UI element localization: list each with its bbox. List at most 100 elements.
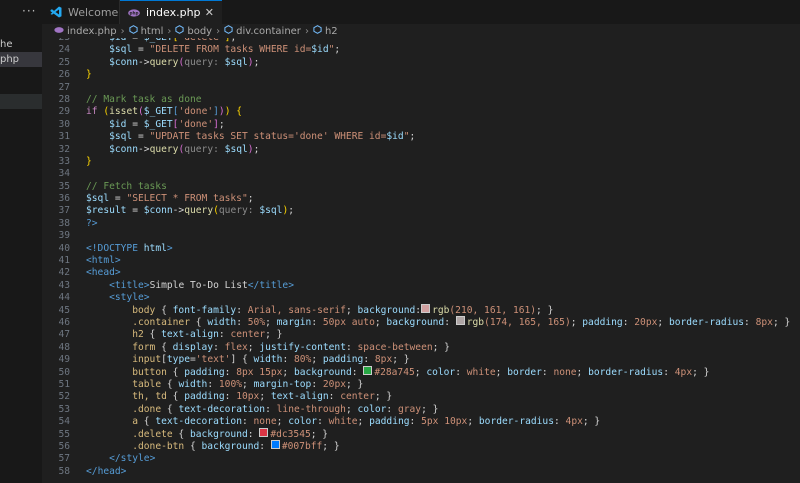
code-token: 4px xyxy=(674,366,693,378)
breadcrumb-item-body[interactable]: body xyxy=(175,25,212,37)
line-code: <head> xyxy=(86,267,121,279)
chevron-right-icon: › xyxy=(304,25,309,37)
code-line[interactable]: 43 <title>Simple To-Do List</title> xyxy=(42,280,800,292)
code-token: : xyxy=(622,316,635,328)
code-line[interactable]: 26} xyxy=(42,69,800,81)
code-line[interactable]: 58 </head> xyxy=(42,466,800,478)
code-line[interactable]: 55 .delete { background: #dc3545; } xyxy=(42,428,800,441)
code-token: $sql xyxy=(109,44,133,56)
code-token: > xyxy=(143,292,150,304)
code-line[interactable]: 38 ?> xyxy=(42,218,800,230)
code-line[interactable]: 24 $sql = "DELETE FROM tasks WHERE id=$i… xyxy=(42,44,800,56)
line-code: <html> xyxy=(86,255,121,267)
code-token: $id xyxy=(109,118,127,130)
code-line[interactable]: 49 input[type='text'] { width: 80%; padd… xyxy=(42,354,800,366)
php-file-icon: php xyxy=(128,7,140,19)
code-line[interactable]: 48 form { display: flex; justify-content… xyxy=(42,342,800,354)
code-token: ; xyxy=(334,44,341,56)
code-editor[interactable]: 23 $id = $_GET['delete'];24 $sql = "DELE… xyxy=(42,38,800,483)
close-icon[interactable]: ✕ xyxy=(205,6,214,19)
code-line[interactable]: 56 .done-btn { background: #007bff; } xyxy=(42,440,800,453)
code-line[interactable]: 37 $result = $conn->query(query: $sql); xyxy=(42,205,800,217)
code-line[interactable]: 25 $conn->query(query: $sql); xyxy=(42,57,800,69)
code-line[interactable]: 47 h2 { text-align: center; } xyxy=(42,329,800,341)
line-number: 50 xyxy=(58,366,70,378)
code-line[interactable]: 42 <head> xyxy=(42,267,800,279)
color-swatch-icon[interactable] xyxy=(455,316,465,326)
color-swatch-icon[interactable] xyxy=(421,304,431,314)
line-number: 34 xyxy=(58,168,70,180)
code-token: width xyxy=(207,316,237,328)
code-token: text-align xyxy=(161,329,219,341)
code-line[interactable]: 35 // Fetch tasks xyxy=(42,181,800,193)
line-code: table { width: 100%; margin-top: 20px; } xyxy=(86,379,363,391)
code-token: { xyxy=(155,341,173,353)
code-token: border-radius xyxy=(668,316,745,328)
line-code: $sql = "DELETE FROM tasks WHERE id=$id"; xyxy=(86,44,340,56)
code-line[interactable]: 41 <html> xyxy=(42,255,800,267)
code-line[interactable]: 51 table { width: 100%; margin-top: 20px… xyxy=(42,379,800,391)
code-line[interactable]: 57 </style> xyxy=(42,453,800,465)
code-line[interactable]: 53 .done { text-decoration: line-through… xyxy=(42,404,800,416)
line-number: 39 xyxy=(58,230,70,242)
code-line[interactable]: 28 // Mark task as done xyxy=(42,94,800,106)
code-token: .done-btn xyxy=(132,440,185,452)
line-number: 27 xyxy=(58,81,70,93)
code-token: 4px xyxy=(565,416,583,428)
line-number: 35 xyxy=(58,180,70,192)
code-token: : xyxy=(663,366,675,378)
code-line[interactable]: 33} xyxy=(42,156,800,168)
code-line[interactable]: 39 xyxy=(42,230,800,242)
code-line[interactable]: 46 .container { width: 50%; margin: 50px… xyxy=(42,316,800,329)
line-number: 45 xyxy=(58,304,70,316)
code-line[interactable]: 27 xyxy=(42,82,800,94)
breadcrumb-item-file[interactable]: index.php xyxy=(54,26,117,37)
code-token: $id xyxy=(386,131,404,143)
code-line[interactable]: 54 a { text-decoration: none; color: whi… xyxy=(42,416,800,428)
code-token: ; xyxy=(230,38,236,43)
explorer-item-hover[interactable] xyxy=(0,94,42,109)
breadcrumb-item-div-container[interactable]: div.container xyxy=(224,25,301,37)
code-token: { xyxy=(166,391,185,403)
code-token: line-through xyxy=(276,403,346,415)
code-token: ; } xyxy=(322,440,340,452)
line-number: 32 xyxy=(58,143,70,155)
code-line[interactable]: 50 button { padding: 8px 15px; backgroun… xyxy=(42,366,800,379)
code-line[interactable]: 30 $id = $_GET['done']; xyxy=(42,119,800,131)
code-token: style xyxy=(114,292,144,304)
code-token: ; xyxy=(218,118,225,130)
color-swatch-icon[interactable] xyxy=(259,428,269,437)
code-line[interactable]: 29 if (isset($_GET['done'])) { xyxy=(42,106,800,118)
code-token: padding xyxy=(184,391,225,403)
code-line[interactable]: 32 $conn->query(query: $sql); xyxy=(42,144,800,156)
breadcrumb-item-h2[interactable]: h2 xyxy=(313,25,338,37)
code-line[interactable]: 34 xyxy=(42,168,800,180)
line-code: .delete { background: #dc3545; } xyxy=(86,428,328,441)
code-line[interactable]: 36 $sql = "SELECT * FROM tasks"; xyxy=(42,193,800,205)
code-token: Arial, sans-serif xyxy=(247,304,346,316)
code-token: { xyxy=(172,428,190,440)
code-line[interactable]: 45 body { font-family: Arial, sans-serif… xyxy=(42,304,800,317)
code-line[interactable]: 52 th, td { padding: 10px; text-align: c… xyxy=(42,391,800,403)
code-token: $sql xyxy=(86,193,110,205)
breadcrumb-item-html[interactable]: html xyxy=(128,25,163,37)
code-token: : xyxy=(224,391,237,403)
code-token: : xyxy=(218,329,231,341)
explorer-item[interactable]: he xyxy=(0,37,42,52)
tab-index-php[interactable]: php index.php ✕ xyxy=(120,0,222,24)
tab-welcome[interactable]: Welcome xyxy=(42,0,120,24)
code-token: : xyxy=(311,378,323,390)
explorer-item-selected[interactable]: php xyxy=(0,52,42,67)
color-swatch-icon[interactable] xyxy=(270,440,280,450)
code-line[interactable]: 31 $sql = "UPDATE tasks SET status='done… xyxy=(42,131,800,143)
code-token: { xyxy=(161,403,179,415)
more-actions-icon[interactable]: ··· xyxy=(22,4,36,18)
svg-text:php: php xyxy=(130,10,139,15)
code-line[interactable]: 44 <style> xyxy=(42,292,800,304)
code-line[interactable]: 40 <!DOCTYPE html> xyxy=(42,243,800,255)
code-token: ; } xyxy=(265,329,283,341)
color-swatch-icon[interactable] xyxy=(363,366,373,376)
